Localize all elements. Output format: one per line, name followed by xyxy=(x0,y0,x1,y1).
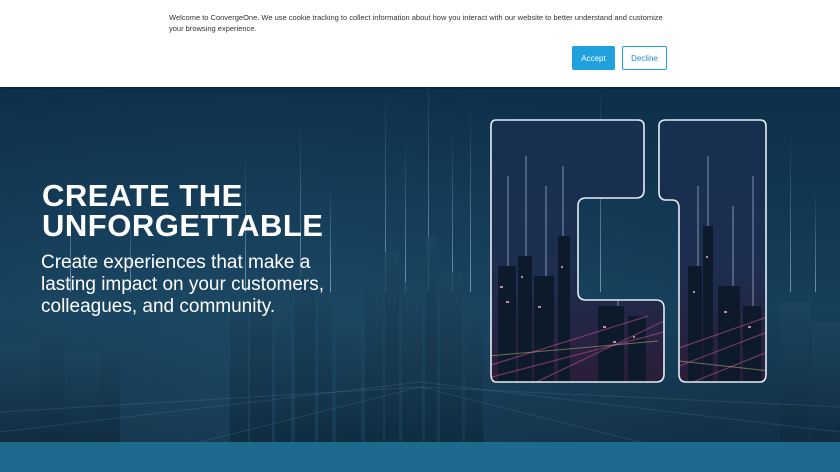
city-night-framed-image xyxy=(490,119,767,383)
hero-subtitle: Create experiences that make a lasting i… xyxy=(41,252,325,317)
next-section-strip xyxy=(0,442,840,472)
hero-title: CREATE THE UNFORGETTABLE xyxy=(42,180,324,243)
cookie-message: Welcome to ConvergeOne. We use cookie tr… xyxy=(169,13,663,33)
hero-title-line2: UNFORGETTABLE xyxy=(42,208,324,243)
accept-cookies-button[interactable]: Accept xyxy=(572,46,615,70)
cookie-consent-banner: Welcome to ConvergeOne. We use cookie tr… xyxy=(0,0,840,87)
decline-cookies-button[interactable]: Decline xyxy=(622,46,667,70)
